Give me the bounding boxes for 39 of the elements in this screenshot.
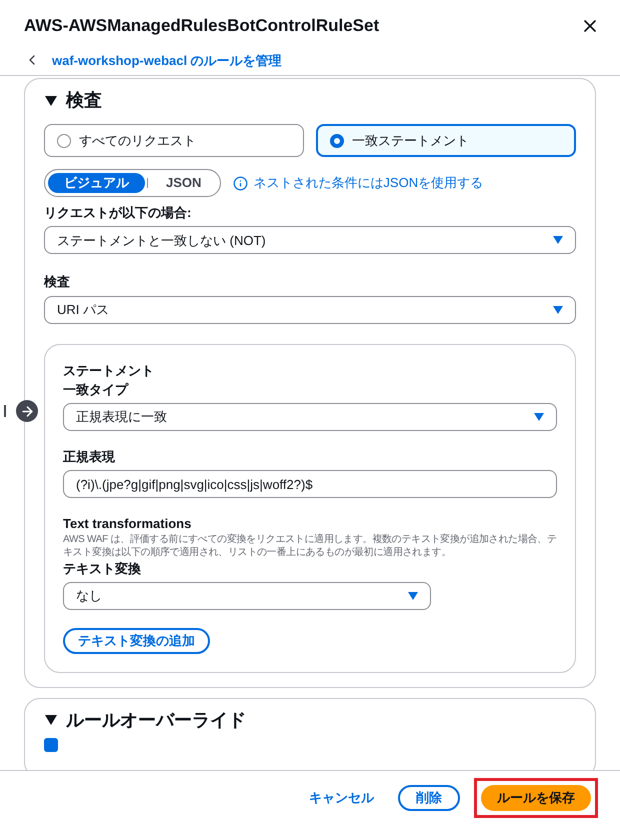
field-label: リクエストが以下の場合: [44, 205, 192, 222]
drag-handle[interactable] [4, 405, 6, 417]
panel-title: AWS-AWSManagedRulesBotControlRuleSet [24, 15, 380, 37]
caret-down-icon [553, 306, 563, 314]
field-label: 正規表現 [63, 449, 116, 466]
mode-tab[interactable]: ビジュアル [48, 173, 145, 193]
caret-down-icon [553, 236, 563, 244]
radio-tile[interactable]: 一致ステートメント [316, 124, 576, 157]
expand-button[interactable] [16, 400, 38, 422]
transformation-select[interactable]: なし [63, 582, 431, 610]
regex-field[interactable]: (?i)\.(jpe?g|gif|png|svg|ico|css|js|woff2?)$ [63, 470, 557, 498]
radio-icon [57, 134, 71, 148]
section-heading: 検査 [66, 89, 102, 112]
caret-down-icon [408, 592, 418, 600]
radio-icon [330, 134, 344, 148]
radio-tile[interactable]: すべてのリクエスト [44, 124, 304, 157]
section-subtitle: Text transformations [63, 516, 192, 532]
back-link[interactable]: waf-workshop-webacl のルールを管理 [52, 50, 282, 70]
field-label: 一致タイプ [63, 382, 130, 398]
inspect-select[interactable]: URI パス [44, 296, 576, 324]
description-text: AWS WAF は、評価する前にすべての変換をリクエストに適用します。複数のテキスト変換が追加された場合、テキスト変換は以下の順序で適用され、リストの一番上にあるものが最初に適用されます。 [63, 532, 557, 558]
field-label: テキスト変換 [63, 560, 142, 577]
info-icon [233, 176, 248, 190]
arrow-right-icon [20, 404, 34, 418]
caret-down-icon[interactable] [44, 94, 58, 106]
caret-down-icon [534, 413, 544, 421]
delete-button[interactable]: 削除 [398, 784, 460, 810]
caret-down-icon[interactable] [44, 714, 58, 726]
mode-tab[interactable]: JSON [150, 173, 218, 193]
section-heading: ルールオーバーライド [66, 708, 246, 732]
save-button[interactable]: ルールを保存 [481, 784, 591, 810]
match-type-select[interactable]: 正規表現に一致 [63, 403, 557, 431]
condition-select[interactable]: ステートメントと一致しない (NOT) [44, 226, 576, 254]
info-link[interactable]: ネストされた条件にはJSONを使用する [253, 173, 484, 193]
cancel-button[interactable]: キャンセル [299, 784, 384, 810]
add-transformation-button[interactable]: テキスト変換の追加 [63, 628, 210, 654]
field-label: 検査 [44, 274, 71, 290]
statement-title: ステートメント [63, 362, 155, 379]
checkbox[interactable] [44, 738, 58, 752]
